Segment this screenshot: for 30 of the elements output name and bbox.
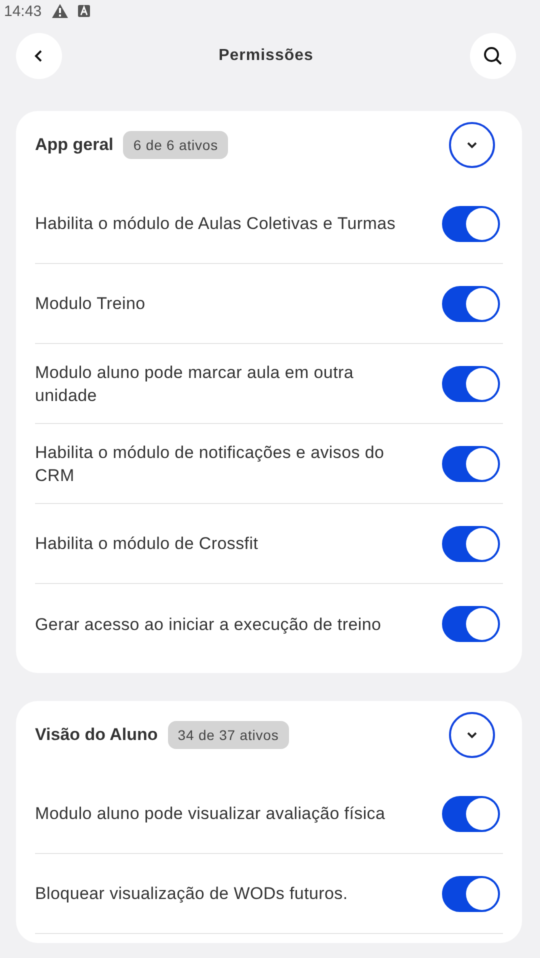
toggle-switch[interactable] [442, 286, 500, 322]
toggle-switch[interactable] [442, 446, 500, 482]
section-title: App geral [35, 135, 114, 155]
permission-label: Modulo aluno pode visualizar avaliação física [35, 803, 386, 825]
warning-icon [52, 4, 68, 18]
toggle-switch[interactable] [442, 366, 500, 402]
search-icon [483, 46, 503, 66]
toggle-switch[interactable] [442, 796, 500, 832]
toggle-switch[interactable] [442, 206, 500, 242]
expand-button[interactable] [449, 122, 495, 168]
permission-label: Bloquear visualização de WODs futuros. [35, 883, 348, 905]
permission-label: Modulo Treino [35, 293, 146, 315]
toggle-switch[interactable] [442, 526, 500, 562]
toggle-switch[interactable] [442, 606, 500, 642]
chevron-down-icon [466, 141, 478, 149]
status-time: 14:43 [4, 2, 42, 20]
count-badge: 34 de 37 ativos [168, 721, 289, 749]
chevron-down-icon [466, 731, 478, 739]
search-button[interactable] [470, 33, 516, 79]
section-title: Visão do Aluno [35, 725, 158, 745]
permission-label: Habilita o módulo de Aulas Coletivas e Turmas [35, 213, 396, 235]
page-title: Permissões [218, 47, 314, 65]
count-badge: 6 de 6 ativos [123, 131, 228, 159]
toggle-switch[interactable] [442, 876, 500, 912]
permission-label: Gerar acesso ao iniciar a execução de treino [35, 614, 382, 636]
app-notification-icon [78, 5, 90, 17]
permission-label: Habilita o módulo de Crossfit [35, 533, 258, 555]
permission-label: Habilita o módulo de notificações e avisos do CRM [35, 442, 386, 486]
expand-button[interactable] [449, 712, 495, 758]
permission-label: Modulo aluno pode marcar aula em outra unidade [35, 362, 355, 406]
